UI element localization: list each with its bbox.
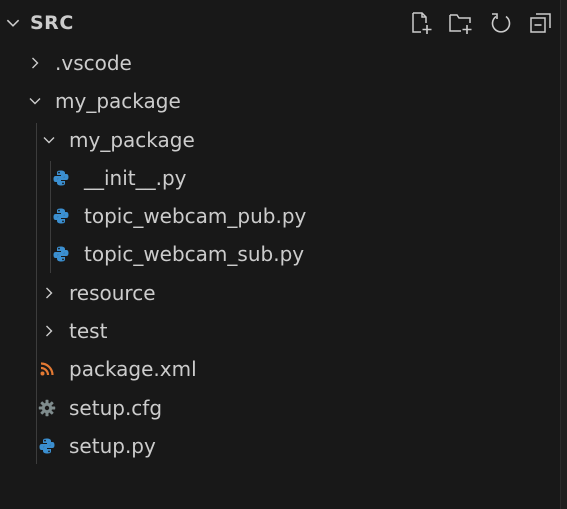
new-folder-icon <box>449 14 472 34</box>
tree-item-label: my_package <box>69 127 195 152</box>
tree-item-label: topic_webcam_sub.py <box>84 242 305 267</box>
tree-item-label: .vscode <box>55 51 132 75</box>
tree-item-label: setup.cfg <box>69 395 163 420</box>
tree-item-setup-cfg[interactable]: setup.cfg <box>0 389 561 427</box>
chevron-right-icon <box>46 325 53 337</box>
chevron-down-icon[interactable] <box>4 14 22 32</box>
chevron-down-icon <box>29 98 41 105</box>
section-title: SRC <box>30 12 74 34</box>
tree-item-label: topic_webcam_pub.py <box>84 204 307 229</box>
tree-item-setup-py[interactable]: setup.py <box>0 427 561 465</box>
tree-item-label: __init__.py <box>84 165 187 190</box>
new-file-icon <box>412 12 432 34</box>
chevron-right-icon <box>32 57 39 69</box>
python-icon <box>53 208 69 224</box>
new-file-button[interactable] <box>407 9 435 37</box>
gear-icon <box>38 399 56 416</box>
header-actions <box>407 9 555 37</box>
tree-item-label: resource <box>69 280 156 305</box>
rss-icon <box>40 362 54 376</box>
tree-item-label: my_package <box>55 89 181 114</box>
tree-item-my-package[interactable]: my_package <box>0 82 561 120</box>
chevron-right-icon <box>46 287 53 299</box>
explorer-panel: SRC .vscode my_package my_package __init… <box>0 0 561 509</box>
collapse-all-icon <box>530 13 551 33</box>
scrollbar[interactable] <box>560 0 567 509</box>
tree-item-label: test <box>69 319 108 344</box>
tree-item-topic-webcam-pub[interactable]: topic_webcam_pub.py <box>0 197 561 235</box>
collapse-all-button[interactable] <box>527 9 555 37</box>
python-icon <box>39 438 55 454</box>
new-folder-button[interactable] <box>447 9 475 37</box>
python-icon <box>53 246 69 262</box>
tree-item-topic-webcam-sub[interactable]: topic_webcam_sub.py <box>0 235 561 273</box>
section-header[interactable]: SRC <box>0 0 561 46</box>
tree-item-init-py[interactable]: __init__.py <box>0 159 561 197</box>
tree-item-label: package.xml <box>69 357 197 382</box>
tree-item-vscode[interactable]: .vscode <box>0 44 561 82</box>
tree-item-test[interactable]: test <box>0 312 561 350</box>
tree-item-resource[interactable]: resource <box>0 274 561 312</box>
chevron-down-icon <box>43 136 55 144</box>
refresh-icon <box>491 13 511 33</box>
tree-item-label: setup.py <box>69 433 156 458</box>
tree-item-package-xml[interactable]: package.xml <box>0 350 561 388</box>
file-tree: .vscode my_package my_package __init__.p… <box>0 44 561 465</box>
python-icon <box>53 170 69 186</box>
refresh-button[interactable] <box>487 9 515 37</box>
tree-item-my-package-nested[interactable]: my_package <box>0 121 561 159</box>
